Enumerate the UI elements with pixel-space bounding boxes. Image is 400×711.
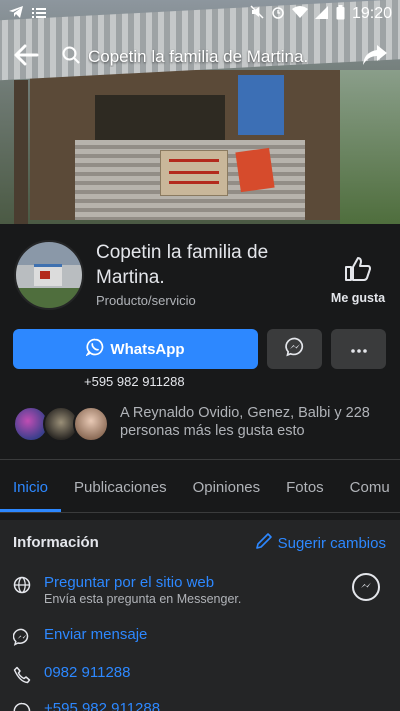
ask-website-subtext: Envía esta pregunta en Messenger. bbox=[44, 592, 242, 606]
whatsapp-button[interactable]: WhatsApp bbox=[13, 329, 258, 369]
whatsapp-label: WhatsApp bbox=[110, 340, 185, 358]
page-title: Copetin la familia de Martina. bbox=[96, 242, 269, 288]
pencil-icon bbox=[255, 532, 273, 554]
divider bbox=[0, 512, 400, 513]
globe-icon bbox=[0, 574, 44, 594]
friends-like-row[interactable]: A Reynaldo Ovidio, Genez, Balbi y 228 pe… bbox=[13, 404, 393, 448]
list-icon bbox=[32, 6, 46, 23]
more-dots-icon bbox=[350, 340, 367, 358]
action-buttons: WhatsApp bbox=[13, 329, 387, 369]
info-row-website[interactable]: Preguntar por el sitio web Envía esta pr… bbox=[0, 574, 400, 606]
thumbs-up-icon bbox=[344, 257, 372, 286]
search-text: Copetin la familia de Martina. bbox=[88, 47, 309, 66]
tab-inicio[interactable]: Inicio bbox=[0, 462, 62, 512]
send-message-link[interactable]: Enviar mensaje bbox=[44, 626, 400, 643]
mute-icon bbox=[250, 5, 264, 23]
telegram-icon bbox=[8, 5, 24, 23]
like-label: Me gusta bbox=[330, 291, 386, 305]
messenger-icon bbox=[284, 337, 305, 362]
arrow-left-icon bbox=[13, 44, 39, 71]
tab-comunidad[interactable]: Comu bbox=[337, 462, 400, 512]
battery-icon bbox=[336, 4, 345, 24]
cover-photo[interactable] bbox=[0, 0, 400, 224]
moto-taxi-sign bbox=[160, 150, 228, 196]
clock-time: 19:20 bbox=[351, 5, 392, 22]
messenger-icon bbox=[0, 626, 44, 646]
search-icon bbox=[62, 46, 80, 69]
suggest-edits-label: Sugerir cambios bbox=[277, 534, 386, 552]
divider bbox=[0, 459, 400, 460]
page-tabs: Inicio Publicaciones Opiniones Fotos Com… bbox=[0, 462, 400, 512]
search-bar[interactable]: Copetin la familia de Martina. bbox=[52, 38, 350, 76]
top-bar: Copetin la familia de Martina. bbox=[0, 38, 400, 76]
phone-link[interactable]: 0982 911288 bbox=[44, 664, 400, 681]
whatsapp-link[interactable]: +595 982 911288 bbox=[44, 700, 400, 711]
tab-fotos[interactable]: Fotos bbox=[273, 462, 337, 512]
send-question-messenger-button[interactable] bbox=[352, 573, 380, 601]
whatsapp-icon bbox=[85, 338, 104, 360]
messenger-button[interactable] bbox=[267, 329, 322, 369]
wifi-icon bbox=[291, 5, 308, 23]
tab-publicaciones[interactable]: Publicaciones bbox=[61, 462, 180, 512]
like-button[interactable]: Me gusta bbox=[326, 256, 390, 305]
signal-icon bbox=[314, 5, 329, 23]
more-options-button[interactable] bbox=[331, 329, 386, 369]
info-row-whatsapp[interactable]: +595 982 911288 bbox=[0, 700, 400, 711]
page-header: Copetin la familia de Martina. Producto/… bbox=[0, 224, 400, 320]
share-button[interactable] bbox=[350, 38, 400, 76]
friends-like-text: A Reynaldo Ovidio, Genez, Balbi y 228 pe… bbox=[120, 405, 370, 439]
page-category: Producto/servicio bbox=[96, 293, 196, 308]
share-arrow-icon bbox=[362, 44, 388, 71]
messenger-icon bbox=[359, 578, 373, 597]
ask-website-link[interactable]: Preguntar por el sitio web bbox=[44, 574, 400, 591]
info-row-send-message[interactable]: Enviar mensaje bbox=[0, 626, 400, 646]
alarm-icon bbox=[271, 5, 285, 23]
info-section: Información Sugerir cambios Preguntar po… bbox=[0, 520, 400, 711]
info-heading: Información bbox=[13, 534, 99, 551]
back-button[interactable] bbox=[0, 38, 52, 76]
whatsapp-number: +595 982 911288 bbox=[84, 374, 185, 389]
page-avatar[interactable] bbox=[14, 240, 84, 310]
phone-icon bbox=[0, 664, 44, 684]
friend-avatar bbox=[73, 406, 109, 442]
status-bar: 19:20 bbox=[0, 0, 400, 28]
info-row-phone[interactable]: 0982 911288 bbox=[0, 664, 400, 684]
whatsapp-icon bbox=[0, 700, 44, 711]
suggest-edits-button[interactable]: Sugerir cambios bbox=[255, 532, 386, 554]
tab-opiniones[interactable]: Opiniones bbox=[180, 462, 274, 512]
